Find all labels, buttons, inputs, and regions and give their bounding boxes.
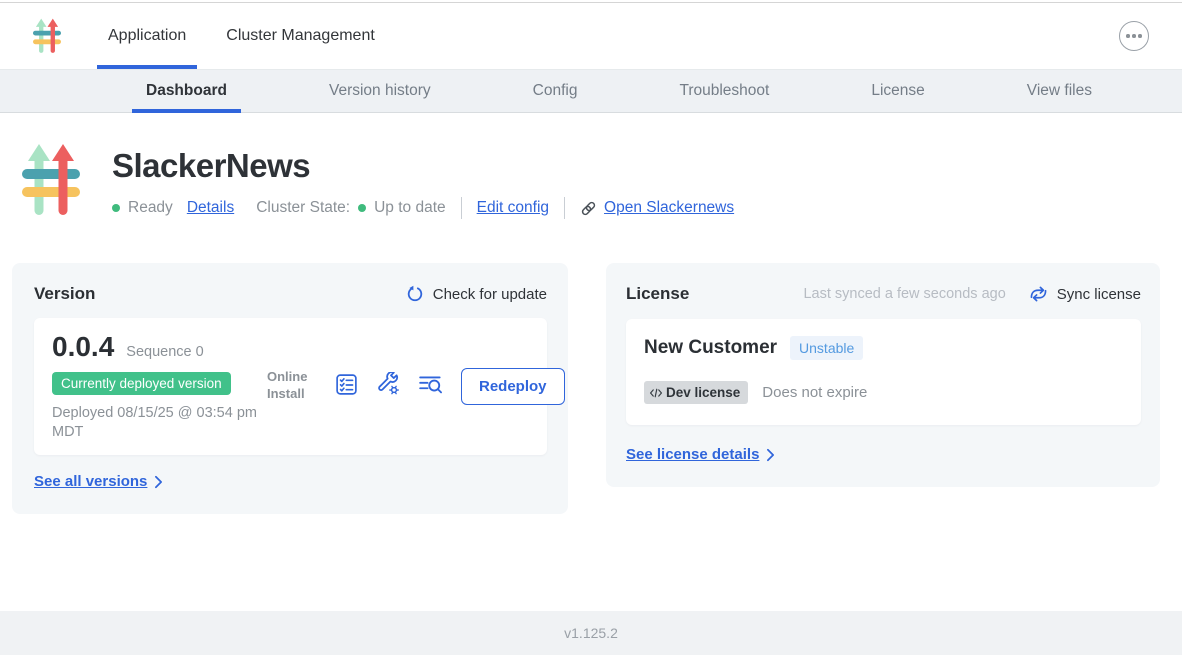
license-type-row: Dev license Does not expire bbox=[644, 381, 1123, 404]
license-type-badge: Dev license bbox=[644, 381, 748, 404]
subnav-tab-dashboard[interactable]: Dashboard bbox=[132, 70, 241, 112]
last-synced-text: Last synced a few seconds ago bbox=[803, 286, 1005, 302]
admin-console-page: Application Cluster Management Dashboard… bbox=[0, 0, 1182, 655]
license-card-header: License Last synced a few seconds ago Sy… bbox=[626, 284, 1141, 304]
customer-row: New Customer Unstable bbox=[644, 336, 1123, 360]
wrench-gear-icon bbox=[376, 372, 401, 400]
license-type-label: Dev license bbox=[666, 385, 740, 400]
check-for-update-label: Check for update bbox=[433, 286, 547, 303]
app-status-dot bbox=[112, 204, 120, 212]
hero-content: SlackerNews Ready Details Cluster State:… bbox=[112, 143, 734, 219]
license-header-actions: Last synced a few seconds ago Sync licen… bbox=[803, 286, 1141, 303]
app-subnav: Dashboard Version history Config Trouble… bbox=[0, 70, 1182, 113]
logs-magnifier-icon bbox=[418, 373, 444, 400]
see-all-versions-label: See all versions bbox=[34, 473, 147, 490]
deploy-logs-button[interactable] bbox=[418, 373, 444, 400]
divider bbox=[461, 197, 462, 219]
see-license-details-label: See license details bbox=[626, 446, 759, 463]
install-type-label: Online Install bbox=[267, 369, 317, 403]
subnav-tab-version-history[interactable]: Version history bbox=[315, 70, 445, 112]
check-for-update-link[interactable]: Check for update bbox=[406, 285, 547, 303]
chevron-right-icon bbox=[766, 448, 775, 462]
open-app-label: Open Slackernews bbox=[604, 199, 734, 217]
console-footer: v1.125.2 bbox=[0, 611, 1182, 655]
app-hero: SlackerNews Ready Details Cluster State:… bbox=[0, 113, 1182, 219]
app-title: SlackerNews bbox=[112, 147, 734, 185]
chevron-right-icon bbox=[154, 475, 163, 489]
sync-arrows-icon bbox=[1029, 286, 1048, 302]
redeploy-button[interactable]: Redeploy bbox=[461, 368, 565, 405]
refresh-icon bbox=[406, 285, 424, 303]
deployed-status-badge: Currently deployed version bbox=[52, 372, 231, 395]
license-card-title: License bbox=[626, 284, 689, 304]
version-info: 0.0.4 Sequence 0 Currently deployed vers… bbox=[52, 331, 267, 441]
code-brackets-icon bbox=[649, 387, 663, 399]
slackernews-logo-icon bbox=[22, 143, 80, 219]
tab-application-label: Application bbox=[108, 27, 186, 45]
app-logo-icon bbox=[33, 18, 61, 54]
channel-badge: Unstable bbox=[790, 336, 863, 360]
cluster-status-dot bbox=[358, 204, 366, 212]
preflight-checks-button[interactable] bbox=[334, 372, 359, 400]
see-all-versions-link[interactable]: See all versions bbox=[34, 473, 163, 490]
subnav-tab-troubleshoot[interactable]: Troubleshoot bbox=[665, 70, 783, 112]
tab-application[interactable]: Application bbox=[97, 3, 197, 69]
edit-config-link[interactable]: Edit config bbox=[477, 199, 549, 217]
license-card: License Last synced a few seconds ago Sy… bbox=[606, 263, 1160, 487]
version-actions: Online Install bbox=[267, 331, 565, 441]
open-app-link[interactable]: Open Slackernews bbox=[580, 199, 734, 217]
app-status-row: Ready Details Cluster State: Up to date … bbox=[112, 197, 734, 219]
license-details-panel: New Customer Unstable Dev license Does n… bbox=[626, 319, 1141, 425]
version-sequence: Sequence 0 bbox=[126, 344, 203, 360]
version-card: Version Check for update 0.0.4 Sequence … bbox=[12, 263, 568, 514]
version-number: 0.0.4 bbox=[52, 331, 114, 363]
cluster-state-text: Up to date bbox=[374, 199, 446, 217]
config-values-button[interactable] bbox=[376, 372, 401, 400]
subnav-tab-license[interactable]: License bbox=[857, 70, 938, 112]
customer-name: New Customer bbox=[644, 337, 777, 359]
overflow-menu-button[interactable] bbox=[1119, 21, 1149, 51]
primary-navbar: Application Cluster Management bbox=[0, 3, 1182, 70]
tab-cluster-management-label: Cluster Management bbox=[226, 27, 375, 45]
subnav-tab-view-files[interactable]: View files bbox=[1013, 70, 1106, 112]
checklist-icon bbox=[334, 372, 359, 400]
chain-link-icon bbox=[580, 200, 597, 217]
version-card-title: Version bbox=[34, 284, 95, 304]
primary-nav-tabs: Application Cluster Management bbox=[97, 3, 386, 69]
version-card-header: Version Check for update bbox=[34, 284, 547, 304]
cluster-state-label: Cluster State: bbox=[256, 199, 350, 217]
sync-license-link[interactable]: Sync license bbox=[1029, 286, 1141, 303]
deployed-timestamp: Deployed 08/15/25 @ 03:54 pm MDT bbox=[52, 404, 260, 441]
divider bbox=[564, 197, 565, 219]
subnav-tab-config[interactable]: Config bbox=[519, 70, 592, 112]
sync-license-label: Sync license bbox=[1057, 286, 1141, 303]
see-license-details-link[interactable]: See license details bbox=[626, 446, 775, 463]
dashboard-main: SlackerNews Ready Details Cluster State:… bbox=[0, 113, 1182, 514]
dashboard-cards: Version Check for update 0.0.4 Sequence … bbox=[0, 263, 1182, 514]
current-version-panel: 0.0.4 Sequence 0 Currently deployed vers… bbox=[34, 318, 547, 455]
details-link[interactable]: Details bbox=[187, 199, 234, 217]
tab-cluster-management[interactable]: Cluster Management bbox=[215, 3, 386, 69]
license-expiration: Does not expire bbox=[762, 384, 867, 401]
console-version: v1.125.2 bbox=[564, 625, 618, 641]
ellipsis-icon bbox=[1126, 34, 1130, 38]
app-status-text: Ready bbox=[128, 199, 173, 217]
